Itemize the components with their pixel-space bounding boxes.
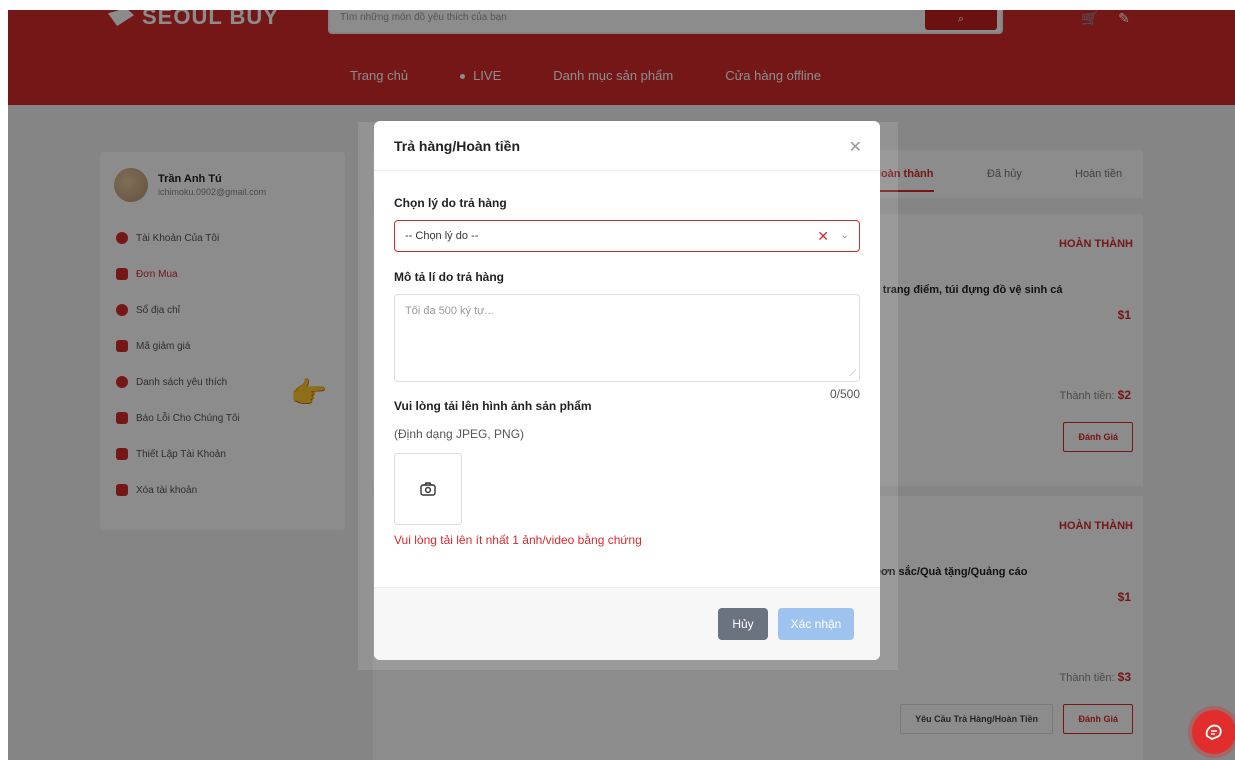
confirm-button[interactable]: Xác nhận	[778, 608, 854, 640]
close-icon[interactable]: ✕	[849, 137, 862, 157]
modal-title: Trả hàng/Hoàn tiền	[394, 137, 521, 154]
chevron-down-icon: ⌄	[840, 230, 849, 241]
upload-format-hint: (Định dạng JPEG, PNG)	[394, 427, 525, 441]
description-textarea[interactable]: Tối đa 500 ký tự... ⟋	[394, 294, 860, 382]
modal-body: Chọn lý do trả hàng -- Chọn lý do -- ✕ ⌄…	[374, 196, 880, 547]
return-refund-modal: Trả hàng/Hoàn tiền ✕ Chọn lý do trả hàng…	[374, 121, 880, 660]
resize-handle-icon[interactable]: ⟋	[850, 368, 856, 379]
chat-icon	[1205, 724, 1222, 741]
image-upload-box[interactable]	[394, 453, 462, 525]
description-placeholder: Tối đa 500 ký tự...	[405, 305, 494, 317]
reason-select-value: -- Chọn lý do --	[405, 230, 479, 242]
description-label: Mô tả lí do trả hàng	[394, 270, 504, 284]
upload-label: Vui lòng tải lên hình ảnh sản phẩm	[394, 399, 592, 413]
modal-header: Trả hàng/Hoàn tiền ✕	[374, 121, 880, 171]
reason-select[interactable]: -- Chọn lý do -- ✕ ⌄	[394, 220, 860, 252]
reason-label: Chọn lý do trả hàng	[394, 196, 507, 210]
chat-button[interactable]	[1192, 710, 1235, 754]
upload-error-message: Vui lòng tải lên ít nhất 1 ảnh/video bằn…	[394, 533, 642, 547]
cancel-button[interactable]: Hủy	[718, 608, 768, 640]
app-viewport: SEOUL BUY Tìm những món đồ yêu thích của…	[8, 10, 1235, 760]
modal-footer: Hủy Xác nhận	[374, 587, 880, 660]
clear-icon[interactable]: ✕	[817, 221, 829, 251]
camera-icon	[420, 482, 436, 496]
